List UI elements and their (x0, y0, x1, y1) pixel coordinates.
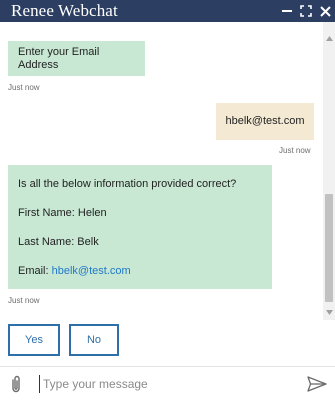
scroll-thumb[interactable] (325, 194, 333, 302)
message-text: Enter your Email Address (18, 45, 100, 71)
last-name-line: Last Name: Belk (18, 236, 99, 248)
first-name-line: First Name: Helen (18, 207, 107, 219)
minimize-icon[interactable] (280, 3, 294, 19)
user-message: hbelk@test.com (216, 103, 314, 140)
quick-reply-yes-button[interactable]: Yes (8, 324, 60, 356)
chat-scrollbar[interactable] (323, 22, 335, 320)
email-label: Email: (18, 265, 52, 277)
message-text: hbelk@test.com (225, 115, 305, 127)
title-bar: Renee Webchat (0, 0, 335, 22)
bot-confirmation-message: Is all the below information provided co… (8, 165, 272, 289)
bot-message: Enter your Email Address (8, 41, 145, 76)
message-timestamp: Just now (8, 83, 40, 92)
maximize-icon[interactable] (299, 3, 313, 19)
paperclip-icon[interactable] (9, 375, 23, 393)
email-line: Email: hbelk@test.com (18, 265, 262, 294)
send-icon[interactable] (307, 376, 327, 392)
quick-reply-no-button[interactable]: No (69, 324, 119, 356)
message-list[interactable]: Enter your Email Address Just now hbelk@… (0, 22, 323, 366)
webchat-window: Renee Webchat Enter your Email Address J… (0, 0, 335, 400)
message-text: Is all the below information provided co… (18, 178, 237, 190)
message-input[interactable] (39, 375, 289, 393)
message-timestamp: Just now (8, 296, 40, 305)
message-timestamp: Just now (279, 146, 311, 155)
scroll-up-icon[interactable] (323, 32, 335, 44)
close-icon[interactable] (318, 3, 332, 19)
message-composer (0, 366, 335, 400)
scroll-down-icon[interactable] (323, 306, 335, 318)
window-title: Renee Webchat (11, 1, 118, 20)
window-controls (280, 0, 335, 22)
email-link[interactable]: hbelk@test.com (52, 265, 131, 277)
